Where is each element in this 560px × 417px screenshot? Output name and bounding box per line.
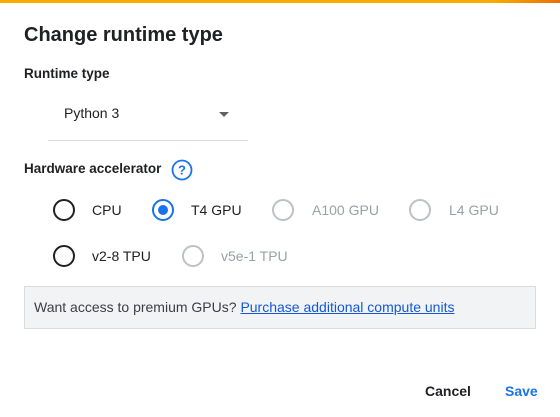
radio-label-cpu[interactable]: CPU bbox=[92, 202, 122, 218]
radio-label-v2-8-tpu[interactable]: v2-8 TPU bbox=[92, 248, 151, 264]
help-circle-icon[interactable]: ? bbox=[171, 159, 193, 181]
radio-l4-gpu bbox=[409, 199, 431, 221]
top-accent-bar bbox=[0, 0, 560, 3]
dialog-title: Change runtime type bbox=[24, 24, 223, 46]
radio-label-t4-gpu[interactable]: T4 GPU bbox=[191, 202, 242, 218]
radio-t4-gpu[interactable] bbox=[152, 199, 174, 221]
runtime-type-select[interactable]: Python 3 bbox=[48, 92, 248, 141]
premium-gpu-text: Want access to premium GPUs? Purchase ad… bbox=[34, 299, 454, 315]
radio-v5e-1-tpu bbox=[182, 245, 204, 267]
radio-v2-8-tpu[interactable] bbox=[53, 245, 75, 267]
caret-down-icon bbox=[219, 112, 229, 117]
radio-label-a100-gpu: A100 GPU bbox=[312, 202, 379, 218]
premium-gpu-question: Want access to premium GPUs? bbox=[34, 299, 237, 315]
premium-gpu-banner: Want access to premium GPUs? Purchase ad… bbox=[24, 286, 536, 329]
purchase-compute-units-link[interactable]: Purchase additional compute units bbox=[240, 299, 454, 315]
svg-text:?: ? bbox=[178, 163, 186, 178]
cancel-button[interactable]: Cancel bbox=[425, 383, 471, 399]
save-button[interactable]: Save bbox=[505, 383, 538, 399]
radio-label-l4-gpu: L4 GPU bbox=[449, 202, 499, 218]
hardware-accelerator-label: Hardware accelerator bbox=[24, 161, 162, 176]
radio-label-v5e-1-tpu: v5e-1 TPU bbox=[221, 248, 288, 264]
runtime-type-value: Python 3 bbox=[64, 105, 120, 121]
runtime-type-label: Runtime type bbox=[24, 66, 110, 81]
radio-a100-gpu bbox=[272, 199, 294, 221]
radio-cpu[interactable] bbox=[53, 199, 75, 221]
